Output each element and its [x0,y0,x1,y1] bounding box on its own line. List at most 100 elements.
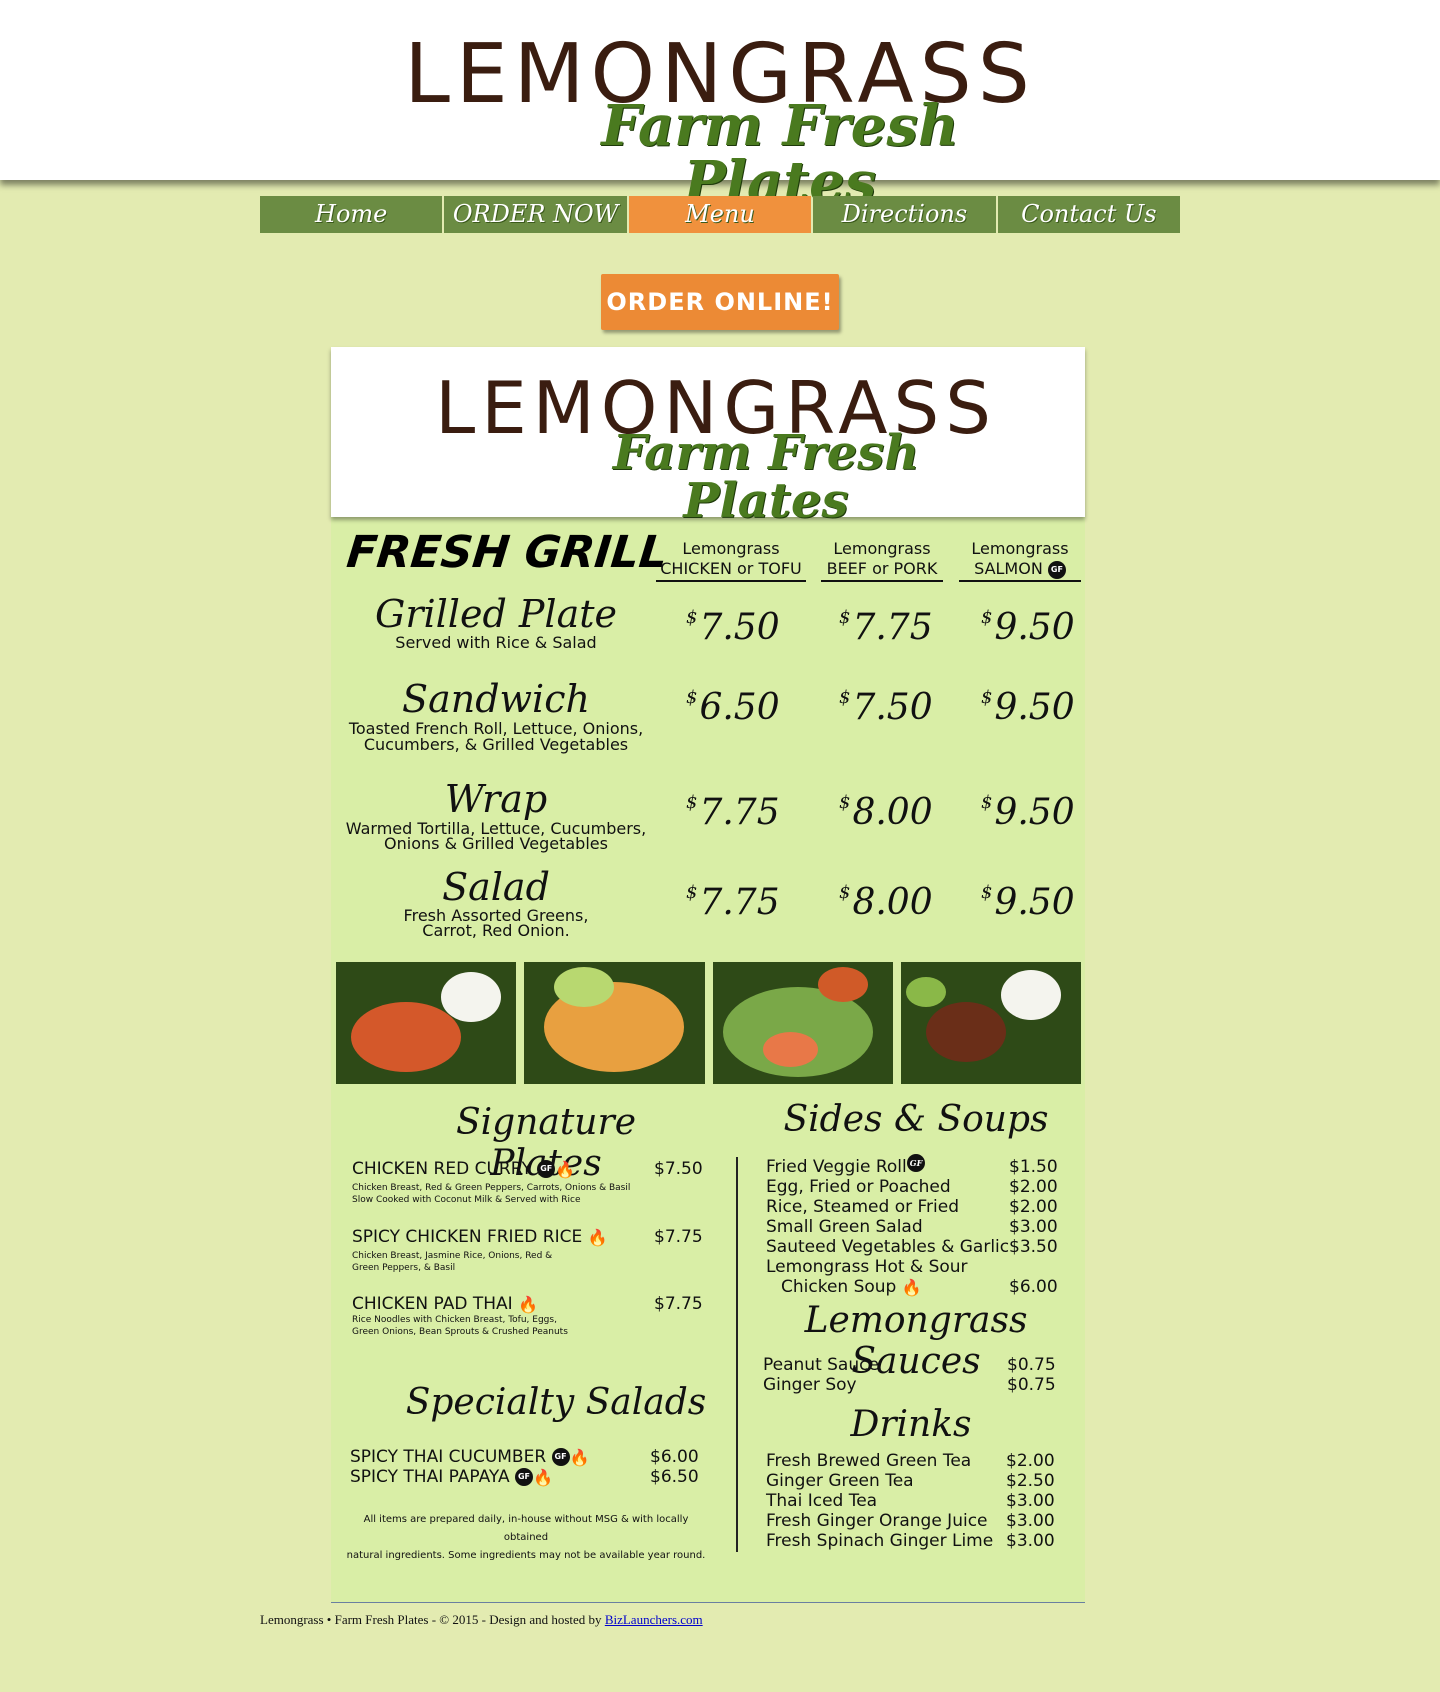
sauce-item-name: Peanut Sauce [763,1355,879,1375]
order-online-button[interactable]: ORDER ONLINE! [601,274,839,330]
sauce-item-price: $0.75 [1007,1355,1056,1375]
side-item-name: Rice, Steamed or Fried [766,1197,959,1217]
drink-item-name: Fresh Ginger Orange Juice [766,1511,988,1531]
grill-price: $8.00 [839,882,933,923]
menu-logo-banner: LEMONGRASS Farm Fresh Plates [331,347,1085,525]
food-photo-salmon-salad [712,962,893,1084]
bizlaunchers-link[interactable]: BizLaunchers.com [605,1612,703,1627]
column-header-sub-text: SALMON [974,559,1043,578]
drink-item-price: $2.50 [1006,1471,1055,1491]
drink-item-name: Fresh Brewed Green Tea [766,1451,972,1471]
signature-item-name: SPICY CHICKEN FRIED RICE 🔥 [352,1227,608,1247]
column-header-beef: Lemongrass BEEF or PORK [821,539,943,582]
signature-item-name: CHICKEN PAD THAI 🔥 [352,1294,538,1314]
drink-item-price: $3.00 [1006,1531,1055,1551]
salad-item-price: $6.00 [650,1447,699,1467]
grill-item-desc: Carrot, Red Onion. [422,921,570,940]
grill-item-desc: Served with Rice & Salad [395,633,597,652]
spicy-icon: 🔥 [555,1159,576,1179]
side-item-price: $3.00 [1009,1217,1058,1237]
salad-item-name: SPICY THAI PAPAYA GF 🔥 [350,1467,553,1487]
side-item-name: Sauteed Vegetables & Garlic [766,1237,1010,1257]
spicy-icon: 🔥 [587,1227,608,1247]
nav-order-now[interactable]: ORDER NOW [444,196,627,233]
gluten-free-icon: GF [907,1154,925,1172]
column-header-sub: CHICKEN or TOFU [656,559,806,582]
signature-item-desc: Green Onions, Bean Sprouts & Crushed Pea… [352,1327,568,1337]
signature-item-desc: Chicken Breast, Jasmine Rice, Onions, Re… [352,1251,553,1261]
drink-item-price: $3.00 [1006,1511,1055,1531]
signature-item-desc: Slow Cooked with Coconut Milk & Served w… [352,1195,581,1205]
spicy-icon: 🔥 [518,1294,538,1314]
side-item-name: Small Green Salad [766,1217,923,1237]
spicy-icon: 🔥 [901,1277,922,1297]
column-header-top: Lemongrass [833,539,931,558]
grill-price: $6.50 [686,687,780,728]
side-item-price: $6.00 [1009,1277,1058,1297]
grill-price: $7.75 [686,882,780,923]
nav-menu[interactable]: Menu [628,196,812,233]
footer-divider [331,1602,1085,1603]
spicy-icon: 🔥 [533,1467,553,1487]
salad-item-name: SPICY THAI CUCUMBER GF 🔥 [350,1447,590,1467]
grill-price: $7.75 [686,792,780,833]
side-item-price: $3.50 [1009,1237,1058,1257]
food-photo-curry [336,962,517,1084]
side-item-price: $2.00 [1009,1177,1058,1197]
column-header-top: Lemongrass [971,539,1069,558]
drink-item-name: Ginger Green Tea [766,1471,914,1491]
grill-price: $7.50 [686,607,780,648]
specialty-salads-title: Specialty Salads [405,1382,707,1423]
sauce-item-price: $0.75 [1007,1375,1056,1395]
nav-directions[interactable]: Directions [813,196,996,233]
signature-item-price: $7.75 [654,1227,703,1247]
grill-item-name: Wrap [444,777,548,821]
column-header-sub: SALMON GF [959,559,1081,582]
column-header-sub: BEEF or PORK [821,559,943,582]
sauce-item-name: Ginger Soy [763,1375,857,1395]
grill-price: $8.00 [839,792,933,833]
nav-home[interactable]: Home [260,196,443,233]
grill-price: $9.50 [981,792,1075,833]
grill-price: $9.50 [981,607,1075,648]
signature-item-price: $7.50 [654,1159,703,1179]
grill-price: $7.75 [839,607,933,648]
nav-contact-us[interactable]: Contact Us [997,196,1181,233]
signature-item-desc: Chicken Breast, Red & Green Peppers, Car… [352,1183,631,1193]
grill-item-name: Salad [442,865,550,909]
gluten-free-icon: GF [537,1160,556,1178]
salad-item-price: $6.50 [650,1467,699,1487]
grill-item-desc: Cucumbers, & Grilled Vegetables [363,735,629,754]
gluten-free-icon: GF [551,1448,570,1466]
gluten-free-icon: GF [515,1468,533,1486]
column-header-salmon: Lemongrass SALMON GF [959,539,1081,582]
footer-text: Lemongrass • Farm Fresh Plates - © 2015 … [260,1612,605,1627]
fresh-grill-title: FRESH GRILL [344,527,670,578]
side-item-name: Fried Veggie Roll [766,1157,907,1177]
food-photo-ribs [900,962,1081,1084]
menu-image: LEMONGRASS Farm Fresh Plates FRESH GRILL… [331,347,1085,1602]
grill-item-name: Sandwich [402,677,590,721]
gluten-free-icon: GF [1047,560,1066,579]
grill-price: $9.50 [981,882,1075,923]
signature-item-desc: Rice Noodles with Chicken Breast, Tofu, … [352,1315,557,1325]
side-item-name: Egg, Fried or Poached [766,1177,951,1197]
column-divider [736,1157,738,1552]
side-item-price: $2.00 [1009,1197,1058,1217]
drink-item-name: Fresh Spinach Ginger Lime [766,1531,994,1551]
food-photo-papaya [524,962,705,1084]
site-logo[interactable]: LEMONGRASS Farm Fresh Plates [380,30,1060,211]
main-nav: Home ORDER NOW Menu Directions Contact U… [260,196,1181,233]
grill-price: $7.50 [839,687,933,728]
signature-item-desc: Green Peppers, & Basil [352,1263,456,1273]
food-photos [336,962,1081,1084]
menu-note: All items are prepared daily, in-house w… [346,1514,706,1561]
drink-item-price: $2.00 [1006,1451,1055,1471]
side-item-name: Chicken Soup 🔥 [781,1277,922,1297]
grill-item-desc: Onions & Grilled Vegetables [384,834,608,853]
side-item-name: Lemongrass Hot & Sour [766,1257,968,1277]
drink-item-price: $3.00 [1006,1491,1055,1511]
column-header-chicken: Lemongrass CHICKEN or TOFU [656,539,806,582]
drink-item-name: Thai Iced Tea [766,1491,878,1511]
spicy-icon: 🔥 [569,1447,590,1467]
